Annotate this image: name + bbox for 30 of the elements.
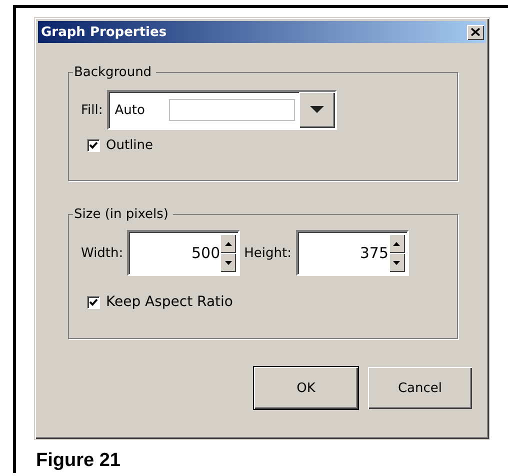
spin-down-button[interactable] xyxy=(388,253,405,272)
checkbox-label: Keep Aspect Ratio xyxy=(106,294,233,310)
down-arrow-icon xyxy=(393,260,400,264)
checkbox[interactable] xyxy=(87,139,100,152)
check-icon xyxy=(89,141,98,150)
group-title: Size (in pixels) xyxy=(73,207,170,222)
down-arrow-icon xyxy=(224,260,232,264)
spin-up-button[interactable] xyxy=(220,234,236,253)
fill-dropdown[interactable]: Auto xyxy=(106,90,337,130)
height-label: Height: xyxy=(244,246,292,260)
group-title: Background xyxy=(73,65,153,80)
checkbox[interactable] xyxy=(87,296,100,308)
checkbox-label: Outline xyxy=(106,138,154,153)
up-arrow-icon xyxy=(224,242,232,246)
caret-icon xyxy=(310,106,324,114)
up-arrow-icon xyxy=(393,242,400,246)
ok-button[interactable]: OK xyxy=(254,367,358,409)
check-icon xyxy=(89,298,98,306)
figure-caption: Figure 21 xyxy=(36,450,122,472)
close-button[interactable] xyxy=(467,24,484,40)
window-title: Graph Properties xyxy=(41,24,167,40)
width-label: Width: xyxy=(81,246,124,260)
spin-down-button[interactable] xyxy=(220,253,236,272)
width-field[interactable]: 500 xyxy=(127,230,240,276)
close-icon xyxy=(471,28,480,36)
dropdown-button[interactable] xyxy=(298,92,335,128)
cancel-button[interactable]: Cancel xyxy=(368,367,472,409)
fill-label: Fill: xyxy=(81,102,103,118)
height-field[interactable]: 375 xyxy=(296,230,409,276)
spin-up-button[interactable] xyxy=(388,234,405,253)
